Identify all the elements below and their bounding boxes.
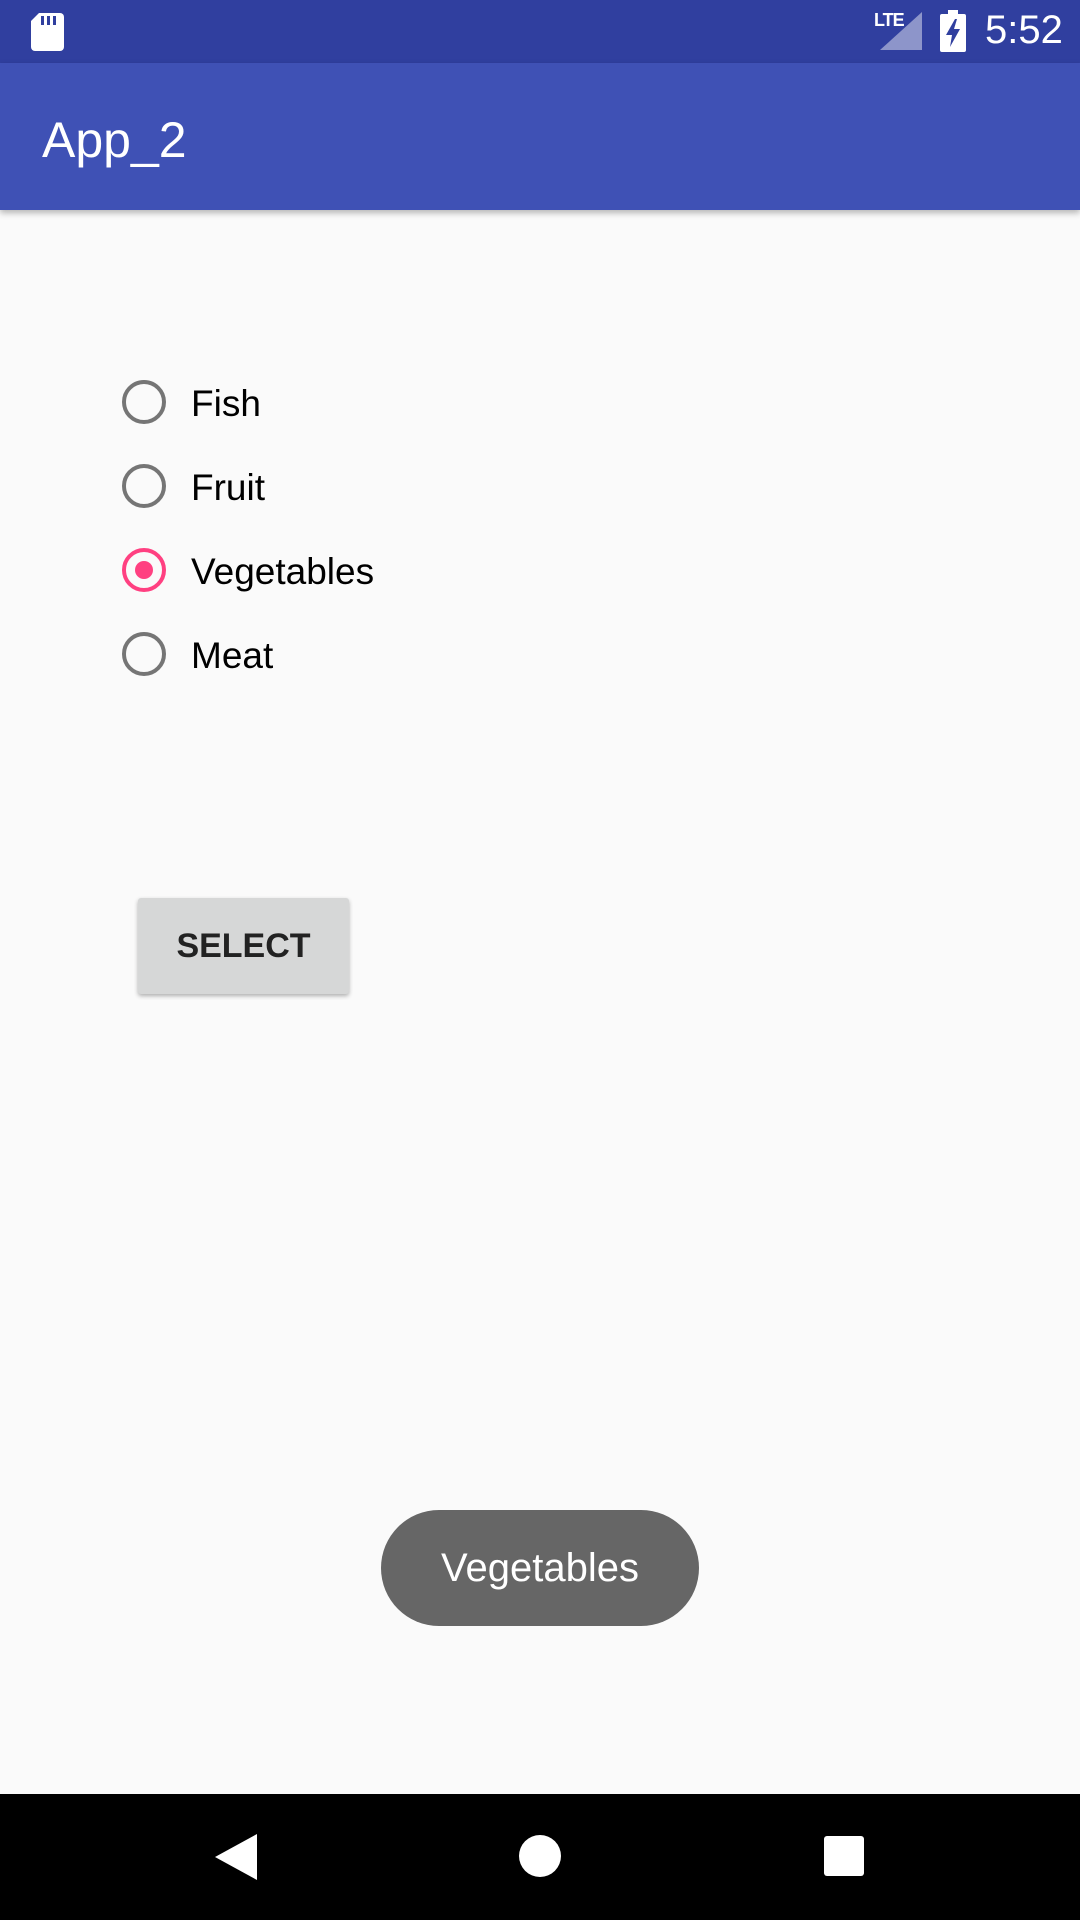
radio-label[interactable]: Vegetables	[191, 551, 374, 593]
radio-option-meat[interactable]: Meat	[122, 615, 482, 699]
status-bar: LTE 5:52	[0, 0, 1080, 63]
recents-icon[interactable]	[824, 1836, 864, 1876]
sd-card-icon	[31, 13, 64, 51]
navigation-bar	[0, 1794, 1080, 1920]
radio-button-icon[interactable]	[122, 464, 166, 508]
signal-icon	[880, 12, 922, 50]
battery-charging-icon	[940, 10, 966, 52]
back-icon[interactable]	[215, 1834, 257, 1880]
radio-dot	[135, 561, 153, 579]
radio-button-checked-icon[interactable]	[122, 548, 166, 592]
radio-option-fruit[interactable]: Fruit	[122, 447, 482, 531]
radio-group: Fish Fruit Vegetables Meat	[122, 363, 482, 699]
clock: 5:52	[985, 8, 1063, 52]
app-title: App_2	[42, 112, 187, 168]
radio-label[interactable]: Fish	[191, 383, 261, 425]
select-button[interactable]: SELECT	[138, 898, 349, 994]
radio-option-fish[interactable]: Fish	[122, 363, 482, 447]
radio-label[interactable]: Meat	[191, 635, 273, 677]
toast-message: Vegetables	[381, 1510, 699, 1626]
app-bar: App_2	[0, 63, 1080, 210]
radio-button-icon[interactable]	[122, 632, 166, 676]
radio-button-icon[interactable]	[122, 380, 166, 424]
home-icon[interactable]	[518, 1834, 562, 1878]
radio-label[interactable]: Fruit	[191, 467, 265, 509]
radio-option-vegetables[interactable]: Vegetables	[122, 531, 482, 615]
